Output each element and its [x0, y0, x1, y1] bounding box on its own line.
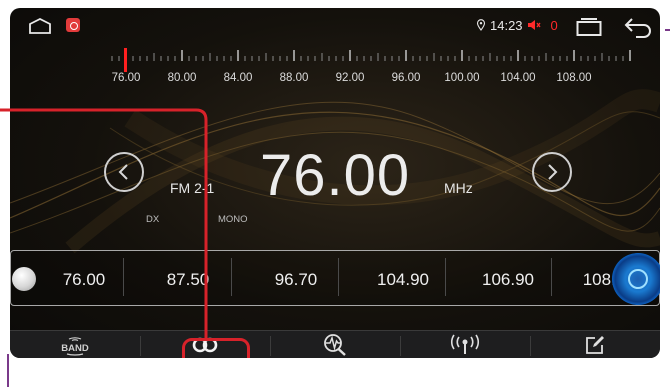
divider — [445, 258, 446, 296]
chevron-right-icon — [548, 164, 558, 180]
radio-screen: 14:23 0 76.00 80.00 84.00 88.00 92.00 96… — [10, 8, 660, 358]
scale-label: 92.00 — [335, 72, 365, 84]
scale-label: 108.00 — [556, 72, 592, 84]
band-icon: BAND — [61, 336, 89, 356]
edit-icon — [586, 335, 604, 354]
scale-label: 84.00 — [223, 72, 253, 84]
scale-ticks — [111, 50, 631, 61]
preset-station[interactable]: 104.90 — [349, 264, 457, 296]
assistive-ring-icon — [628, 269, 648, 289]
divider — [231, 258, 232, 296]
scale-label: 100.00 — [444, 72, 480, 84]
divider — [338, 258, 339, 296]
scan-search-icon — [324, 333, 346, 356]
frequency-scale[interactable]: 76.00 80.00 84.00 88.00 92.00 96.00 100.… — [100, 44, 660, 84]
home-icon[interactable] — [28, 18, 52, 34]
next-station-button[interactable] — [532, 152, 572, 192]
recents-icon[interactable] — [576, 17, 602, 37]
previous-station-button[interactable] — [104, 152, 144, 192]
band-button[interactable]: BAND — [10, 331, 140, 358]
status-bar: 14:23 0 — [10, 8, 660, 42]
chevron-left-icon — [118, 164, 128, 180]
preset-station[interactable]: 96.70 — [242, 264, 350, 296]
scale-label: 96.00 — [391, 72, 421, 84]
tuning-needle[interactable] — [124, 48, 127, 72]
mono-indicator[interactable]: MONO — [218, 214, 248, 225]
band-label: FM 2-1 — [170, 180, 215, 196]
volume-level: 0 — [550, 17, 558, 33]
dx-indicator[interactable]: DX — [146, 214, 159, 225]
assistive-touch-button[interactable] — [612, 253, 660, 305]
signal-button[interactable] — [400, 331, 530, 358]
preset-station[interactable]: 106.90 — [454, 264, 562, 296]
stereo-button-highlight — [182, 338, 250, 358]
back-icon[interactable] — [624, 16, 652, 38]
scale-label: 80.00 — [167, 72, 197, 84]
band-label-text: BAND — [61, 343, 89, 354]
broadcast-signal-icon — [450, 334, 480, 354]
preset-station[interactable]: 87.50 — [134, 264, 242, 296]
volume-mute-icon — [527, 20, 541, 30]
frequency-display: 76.00 — [260, 143, 411, 208]
radio-app-icon[interactable] — [66, 18, 80, 32]
clock-time: 14:23 — [490, 17, 523, 33]
preset-station[interactable]: 76.00 — [30, 264, 138, 296]
location-icon — [476, 19, 486, 31]
unit-label: MHz — [444, 180, 473, 196]
divider — [123, 258, 124, 296]
edit-button[interactable] — [530, 331, 660, 358]
search-button[interactable] — [270, 331, 400, 358]
scale-label: 76.00 — [111, 72, 141, 84]
status-info: 14:23 0 — [476, 16, 558, 34]
scale-label: 104.00 — [500, 72, 536, 84]
scale-label: 88.00 — [279, 72, 309, 84]
